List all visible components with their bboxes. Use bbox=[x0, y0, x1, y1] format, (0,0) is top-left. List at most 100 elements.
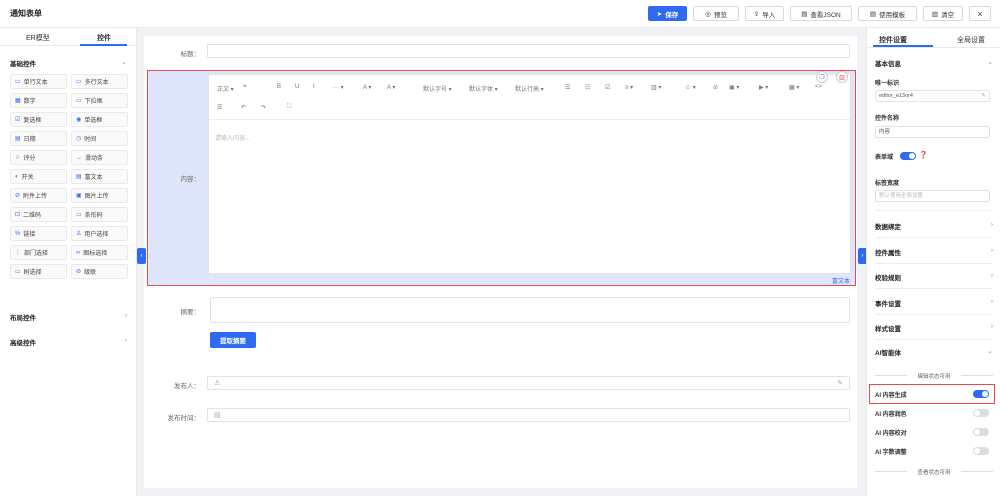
editor-tool-button[interactable]: U bbox=[295, 84, 299, 90]
widget-label: 多行文本 bbox=[84, 80, 109, 86]
widget-label: 树选择 bbox=[23, 270, 42, 276]
widget-label: 级联 bbox=[84, 270, 97, 276]
widget-item[interactable]: ☑ 复选框 bbox=[10, 112, 67, 127]
widget-item[interactable]: ⋮ 部门选择 bbox=[10, 245, 67, 260]
widget-item[interactable]: ☆ 评分 bbox=[10, 150, 67, 165]
collapse-left-handle[interactable]: ‹ bbox=[137, 248, 146, 264]
layout-widgets-header[interactable]: 布局控件 › bbox=[10, 312, 127, 322]
widget-label: 富文本 bbox=[84, 175, 103, 181]
label-width-input[interactable]: 默认使用全局设置 bbox=[875, 190, 990, 202]
use-template-button[interactable]: ▤ 使用模板 bbox=[858, 6, 917, 21]
tab-widget-settings[interactable]: 控件设置 bbox=[879, 35, 907, 45]
advanced-widgets-header[interactable]: 高级控件 › bbox=[10, 337, 127, 347]
copy-icon[interactable]: ❐ bbox=[816, 71, 828, 83]
editor-tool-button[interactable]: ▣ ▾ bbox=[729, 84, 739, 91]
settings-section-header[interactable]: 样式设置 › bbox=[875, 323, 993, 333]
tab-widgets[interactable]: 控件 bbox=[97, 33, 111, 43]
widget-icon: % bbox=[15, 230, 21, 237]
import-button[interactable]: ⇪ 导入 bbox=[745, 6, 784, 21]
basic-widgets-header[interactable]: 基础控件 ⌄ bbox=[10, 58, 127, 68]
view-json-button[interactable]: ▤ 查看JSON bbox=[790, 6, 852, 21]
widget-item[interactable]: ▤ 富文本 bbox=[71, 169, 128, 184]
editor-tool-button[interactable]: ❝ bbox=[243, 84, 246, 91]
editor-tool-button[interactable]: 默认字体 ▾ bbox=[469, 84, 498, 93]
widget-item[interactable]: ▤ 日期 bbox=[10, 131, 67, 146]
widget-label: 复选框 bbox=[23, 118, 42, 124]
editor-tool-button[interactable]: ↷ bbox=[261, 104, 266, 111]
ai-option-toggle[interactable] bbox=[973, 446, 989, 455]
form-field-label: 表单域 bbox=[875, 155, 894, 161]
widget-item[interactable]: ◉ 单选框 bbox=[71, 112, 128, 127]
editor-tool-button[interactable]: 默认行高 ▾ bbox=[515, 84, 544, 93]
widget-item[interactable]: ▦ 数字 bbox=[10, 93, 67, 108]
delete-icon[interactable]: ▥ bbox=[836, 71, 848, 83]
rich-text-editor[interactable]: 正文 ▾ ❝ B U I ··· ▾ A ▾ A ▾ 默认字号 ▾ 默认字体 ▾ 默认行高 ▾ ☰ ☷ ☑… bbox=[208, 74, 851, 274]
editor-tool-button[interactable]: ☰ bbox=[217, 104, 222, 111]
editor-tool-button[interactable]: ▥ ▾ bbox=[651, 84, 661, 91]
basic-info-header[interactable]: 基本信息 ⌄ bbox=[875, 58, 993, 68]
ai-option-toggle[interactable] bbox=[973, 427, 989, 436]
summary-textarea[interactable] bbox=[210, 297, 850, 323]
widget-name-input[interactable]: 内容 bbox=[875, 126, 990, 138]
widget-item[interactable]: ▭ 树选择 bbox=[10, 264, 67, 279]
widget-item[interactable]: ⊘ 附件上传 bbox=[10, 188, 67, 203]
editor-tool-button[interactable]: B bbox=[277, 84, 281, 90]
editor-tool-button[interactable]: ▶ ▾ bbox=[759, 84, 768, 91]
widget-item[interactable]: ◷ 时间 bbox=[71, 131, 128, 146]
widget-item[interactable]: ▭ 下拉框 bbox=[71, 93, 128, 108]
widget-item[interactable]: → 滑动条 bbox=[71, 150, 128, 165]
widget-item[interactable]: ▭ 单行文本 bbox=[10, 74, 67, 89]
widget-item[interactable]: % 链接 bbox=[10, 226, 67, 241]
editor-tool-button[interactable]: I bbox=[313, 84, 315, 90]
editor-tool-button[interactable]: ▦ ▾ bbox=[789, 84, 799, 91]
editor-tool-button[interactable]: ⊘ bbox=[713, 84, 718, 91]
settings-section-header[interactable]: 数据绑定 › bbox=[875, 221, 993, 231]
publish-time-input[interactable]: ▤ bbox=[207, 408, 850, 422]
save-button[interactable]: ➤ 保存 bbox=[648, 6, 687, 21]
widget-label: 时间 bbox=[84, 137, 97, 143]
publisher-input[interactable]: ♙ ✎ bbox=[207, 376, 850, 390]
title-input[interactable] bbox=[207, 44, 850, 58]
unique-id-input[interactable]: editor_e13or4 ✎ bbox=[875, 90, 990, 102]
widget-item[interactable]: ▭ 条形码 bbox=[71, 207, 128, 222]
ai-option-toggle[interactable] bbox=[973, 408, 989, 417]
trash-icon: ▥ bbox=[931, 10, 939, 18]
eye-icon: ◎ bbox=[705, 10, 711, 18]
editor-tool-button[interactable]: ☰ bbox=[565, 84, 570, 91]
edit-icon[interactable]: ✎ bbox=[981, 91, 986, 101]
widget-item[interactable]: ⊡ 二维码 bbox=[10, 207, 67, 222]
editor-tool-button[interactable]: A ▾ bbox=[387, 84, 395, 91]
tab-er-model[interactable]: ER模型 bbox=[26, 33, 50, 43]
editor-tool-button[interactable]: ≡ ▾ bbox=[625, 84, 633, 91]
editor-tool-button[interactable]: ⛶ bbox=[287, 104, 291, 111]
editor-placeholder[interactable]: 请输入内容... bbox=[215, 133, 250, 142]
widget-item[interactable]: ▭ 多行文本 bbox=[71, 74, 128, 89]
editor-tool-button[interactable]: ↶ bbox=[241, 104, 246, 111]
editor-tool-button[interactable]: ☺ ▾ bbox=[685, 84, 696, 91]
extract-summary-button[interactable]: 提取摘要 bbox=[210, 332, 256, 348]
settings-section-header[interactable]: 校验规则 › bbox=[875, 272, 993, 282]
widget-item[interactable]: ♙ 用户选择 bbox=[71, 226, 128, 241]
ai-agent-header[interactable]: AI智能体 ⌄ bbox=[875, 347, 993, 357]
settings-section-header[interactable]: 事件设置 › bbox=[875, 298, 993, 308]
editor-tool-button[interactable]: ☑ bbox=[605, 84, 610, 91]
clear-button[interactable]: ▥ 清空 bbox=[923, 6, 963, 21]
editor-tool-button[interactable]: ··· ▾ bbox=[333, 84, 344, 91]
editor-tool-button[interactable]: A ▾ bbox=[363, 84, 371, 91]
widget-item[interactable]: ◐ 开关 bbox=[10, 169, 67, 184]
preview-button[interactable]: ◎ 预览 bbox=[693, 6, 739, 21]
close-button[interactable]: × bbox=[969, 6, 991, 21]
basic-widgets-label: 基础控件 bbox=[10, 61, 36, 68]
editor-tool-button[interactable]: 默认字号 ▾ bbox=[423, 84, 452, 93]
form-field-toggle[interactable] bbox=[900, 152, 916, 160]
editor-tool-button[interactable]: ☷ bbox=[585, 84, 590, 91]
widget-item[interactable]: ⊘ 级联 bbox=[71, 264, 128, 279]
settings-section-header[interactable]: 控件属性 › bbox=[875, 247, 993, 257]
widget-item[interactable]: ∞ 图标选择 bbox=[71, 245, 128, 260]
chevron-right-icon: › bbox=[124, 312, 127, 319]
widget-item[interactable]: ▣ 图片上传 bbox=[71, 188, 128, 203]
tab-global-settings[interactable]: 全局设置 bbox=[957, 35, 985, 45]
edit-icon[interactable]: ✎ bbox=[837, 379, 843, 387]
editor-tool-button[interactable]: <> bbox=[815, 84, 822, 90]
editor-tool-button[interactable]: 正文 ▾ bbox=[217, 84, 234, 93]
